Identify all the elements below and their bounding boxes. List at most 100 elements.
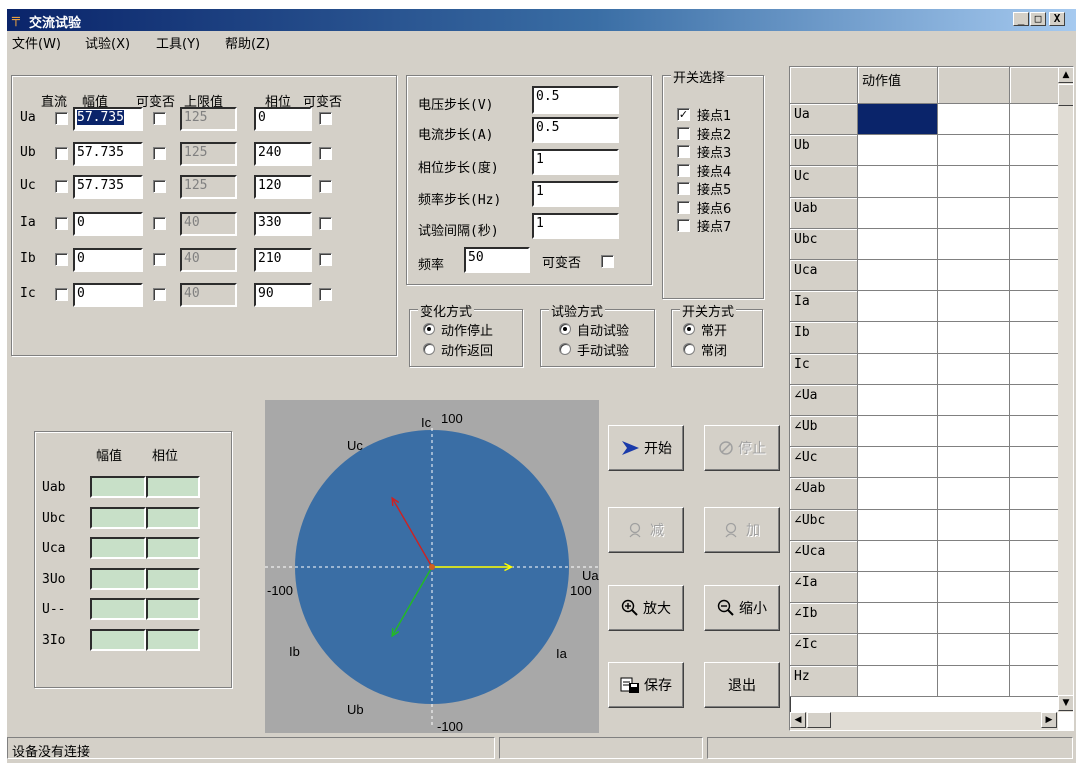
amp-input-ib[interactable]: 0: [73, 248, 143, 272]
grid-row-header[interactable]: Ubc: [790, 228, 858, 260]
amp-input-ia[interactable]: 0: [73, 212, 143, 236]
amp-variable-checkbox-ic[interactable]: [153, 288, 166, 301]
grid-cell[interactable]: [858, 603, 938, 635]
current-step-input[interactable]: 0.5: [532, 117, 619, 143]
grid-row-header[interactable]: ∠Ua: [790, 384, 858, 416]
frequency-variable-checkbox[interactable]: [601, 255, 614, 268]
grid-cell[interactable]: [858, 509, 938, 541]
grid-vertical-scrollbar[interactable]: ▲ ▼: [1058, 67, 1073, 712]
contact-4-checkbox[interactable]: [677, 163, 690, 177]
zoom-out-button[interactable]: 缩小: [704, 585, 780, 631]
contact-3-checkbox[interactable]: [677, 145, 690, 158]
grid-cell[interactable]: [938, 228, 1010, 260]
grid-cell[interactable]: [938, 135, 1010, 167]
grid-cell[interactable]: [858, 384, 938, 416]
hscroll-thumb[interactable]: [807, 712, 831, 728]
phase-input-ia[interactable]: 330: [254, 212, 312, 236]
grid-row-header[interactable]: Uca: [790, 260, 858, 292]
dc-checkbox-ub[interactable]: [55, 147, 68, 160]
amp-input-ua[interactable]: 57.735: [73, 107, 143, 131]
grid-cell[interactable]: [938, 572, 1010, 604]
voltage-step-input[interactable]: 0.5: [532, 86, 619, 114]
dc-checkbox-ua[interactable]: [55, 112, 68, 125]
zoom-in-button[interactable]: 放大: [608, 585, 684, 631]
scroll-down-button[interactable]: ▼: [1058, 695, 1073, 711]
grid-cell[interactable]: [858, 572, 938, 604]
scroll-up-button[interactable]: ▲: [1058, 67, 1073, 83]
grid-row-header[interactable]: ∠Ubc: [790, 509, 858, 541]
upper-input-ia[interactable]: 40: [180, 212, 237, 236]
grid-row-header[interactable]: ∠Uab: [790, 478, 858, 510]
dc-checkbox-ic[interactable]: [55, 288, 68, 301]
upper-input-uc[interactable]: 125: [180, 175, 237, 199]
amp-variable-checkbox-ub[interactable]: [153, 147, 166, 160]
contact-2-checkbox[interactable]: [677, 126, 690, 140]
dc-checkbox-uc[interactable]: [55, 180, 68, 193]
scroll-right-button[interactable]: ▶: [1041, 712, 1057, 728]
switch-mode-open-radio[interactable]: [683, 323, 695, 335]
grid-row-header[interactable]: ∠Ib: [790, 603, 858, 635]
test-mode-auto-radio[interactable]: [559, 323, 571, 335]
phase-variable-checkbox-ub[interactable]: [319, 147, 332, 160]
grid-row-header[interactable]: Ub: [790, 135, 858, 167]
grid-cell[interactable]: [858, 447, 938, 479]
grid-cell[interactable]: [938, 603, 1010, 635]
phase-variable-checkbox-ua[interactable]: [319, 112, 332, 125]
grid-cell[interactable]: [858, 197, 938, 229]
contact-6-checkbox[interactable]: [677, 200, 690, 214]
grid-cell[interactable]: [938, 166, 1010, 198]
upper-input-ic[interactable]: 40: [180, 283, 237, 307]
contact-1-checkbox[interactable]: ✓: [677, 108, 690, 121]
amp-input-uc[interactable]: 57.735: [73, 175, 143, 199]
grid-row-header[interactable]: Ia: [790, 291, 858, 323]
grid-cell[interactable]: [858, 540, 938, 572]
phase-input-uc[interactable]: 120: [254, 175, 312, 199]
save-button[interactable]: 保存: [608, 662, 684, 708]
phase-variable-checkbox-ic[interactable]: [319, 288, 332, 301]
phase-variable-checkbox-uc[interactable]: [319, 180, 332, 193]
grid-row-header[interactable]: Ic: [790, 353, 858, 385]
grid-cell[interactable]: [858, 135, 938, 167]
minimize-button[interactable]: _: [1013, 12, 1029, 26]
phase-input-ub[interactable]: 240: [254, 142, 312, 166]
grid-cell[interactable]: [858, 634, 938, 666]
contact-5-checkbox[interactable]: [677, 182, 690, 195]
exit-button[interactable]: 退出: [704, 662, 780, 708]
amp-input-ub[interactable]: 57.735: [73, 142, 143, 166]
contact-7-checkbox[interactable]: [677, 219, 690, 232]
grid-row-header[interactable]: Uc: [790, 166, 858, 198]
phase-input-ib[interactable]: 210: [254, 248, 312, 272]
phase-variable-checkbox-ib[interactable]: [319, 253, 332, 266]
frequency-input[interactable]: 50: [464, 247, 530, 273]
close-button[interactable]: X: [1049, 12, 1065, 26]
grid-row-header[interactable]: ∠Uca: [790, 540, 858, 572]
maximize-button[interactable]: □: [1030, 12, 1046, 26]
grid-cell[interactable]: [858, 166, 938, 198]
menu-test[interactable]: 试验(X): [85, 33, 130, 52]
grid-row-header[interactable]: ∠Uc: [790, 447, 858, 479]
scroll-left-button[interactable]: ◀: [790, 712, 806, 728]
grid-row-header[interactable]: Hz: [790, 665, 858, 697]
grid-horizontal-scrollbar[interactable]: ◀ ▶: [790, 712, 1058, 730]
dc-checkbox-ib[interactable]: [55, 253, 68, 266]
grid-cell[interactable]: [858, 665, 938, 697]
change-mode-return-radio[interactable]: [423, 343, 435, 355]
amp-variable-checkbox-uc[interactable]: [153, 180, 166, 193]
menu-file[interactable]: 文件(W): [12, 33, 61, 52]
grid-row-header[interactable]: ∠Ic: [790, 634, 858, 666]
grid-cell[interactable]: [858, 353, 938, 385]
grid-row-header[interactable]: ∠Ub: [790, 416, 858, 448]
grid-cell[interactable]: [858, 291, 938, 323]
menu-help[interactable]: 帮助(Z): [225, 33, 270, 52]
amp-variable-checkbox-ua[interactable]: [153, 112, 166, 125]
increase-button[interactable]: 加: [704, 507, 780, 553]
upper-input-ua[interactable]: 125: [180, 107, 237, 131]
dc-checkbox-ia[interactable]: [55, 217, 68, 230]
grid-cell[interactable]: [938, 509, 1010, 541]
grid-cell[interactable]: [938, 260, 1010, 292]
grid-cell[interactable]: [858, 228, 938, 260]
test-mode-manual-radio[interactable]: [559, 343, 571, 355]
grid-cell[interactable]: [858, 104, 938, 136]
freq-step-input[interactable]: 1: [532, 181, 619, 207]
menu-tools[interactable]: 工具(Y): [156, 33, 200, 52]
